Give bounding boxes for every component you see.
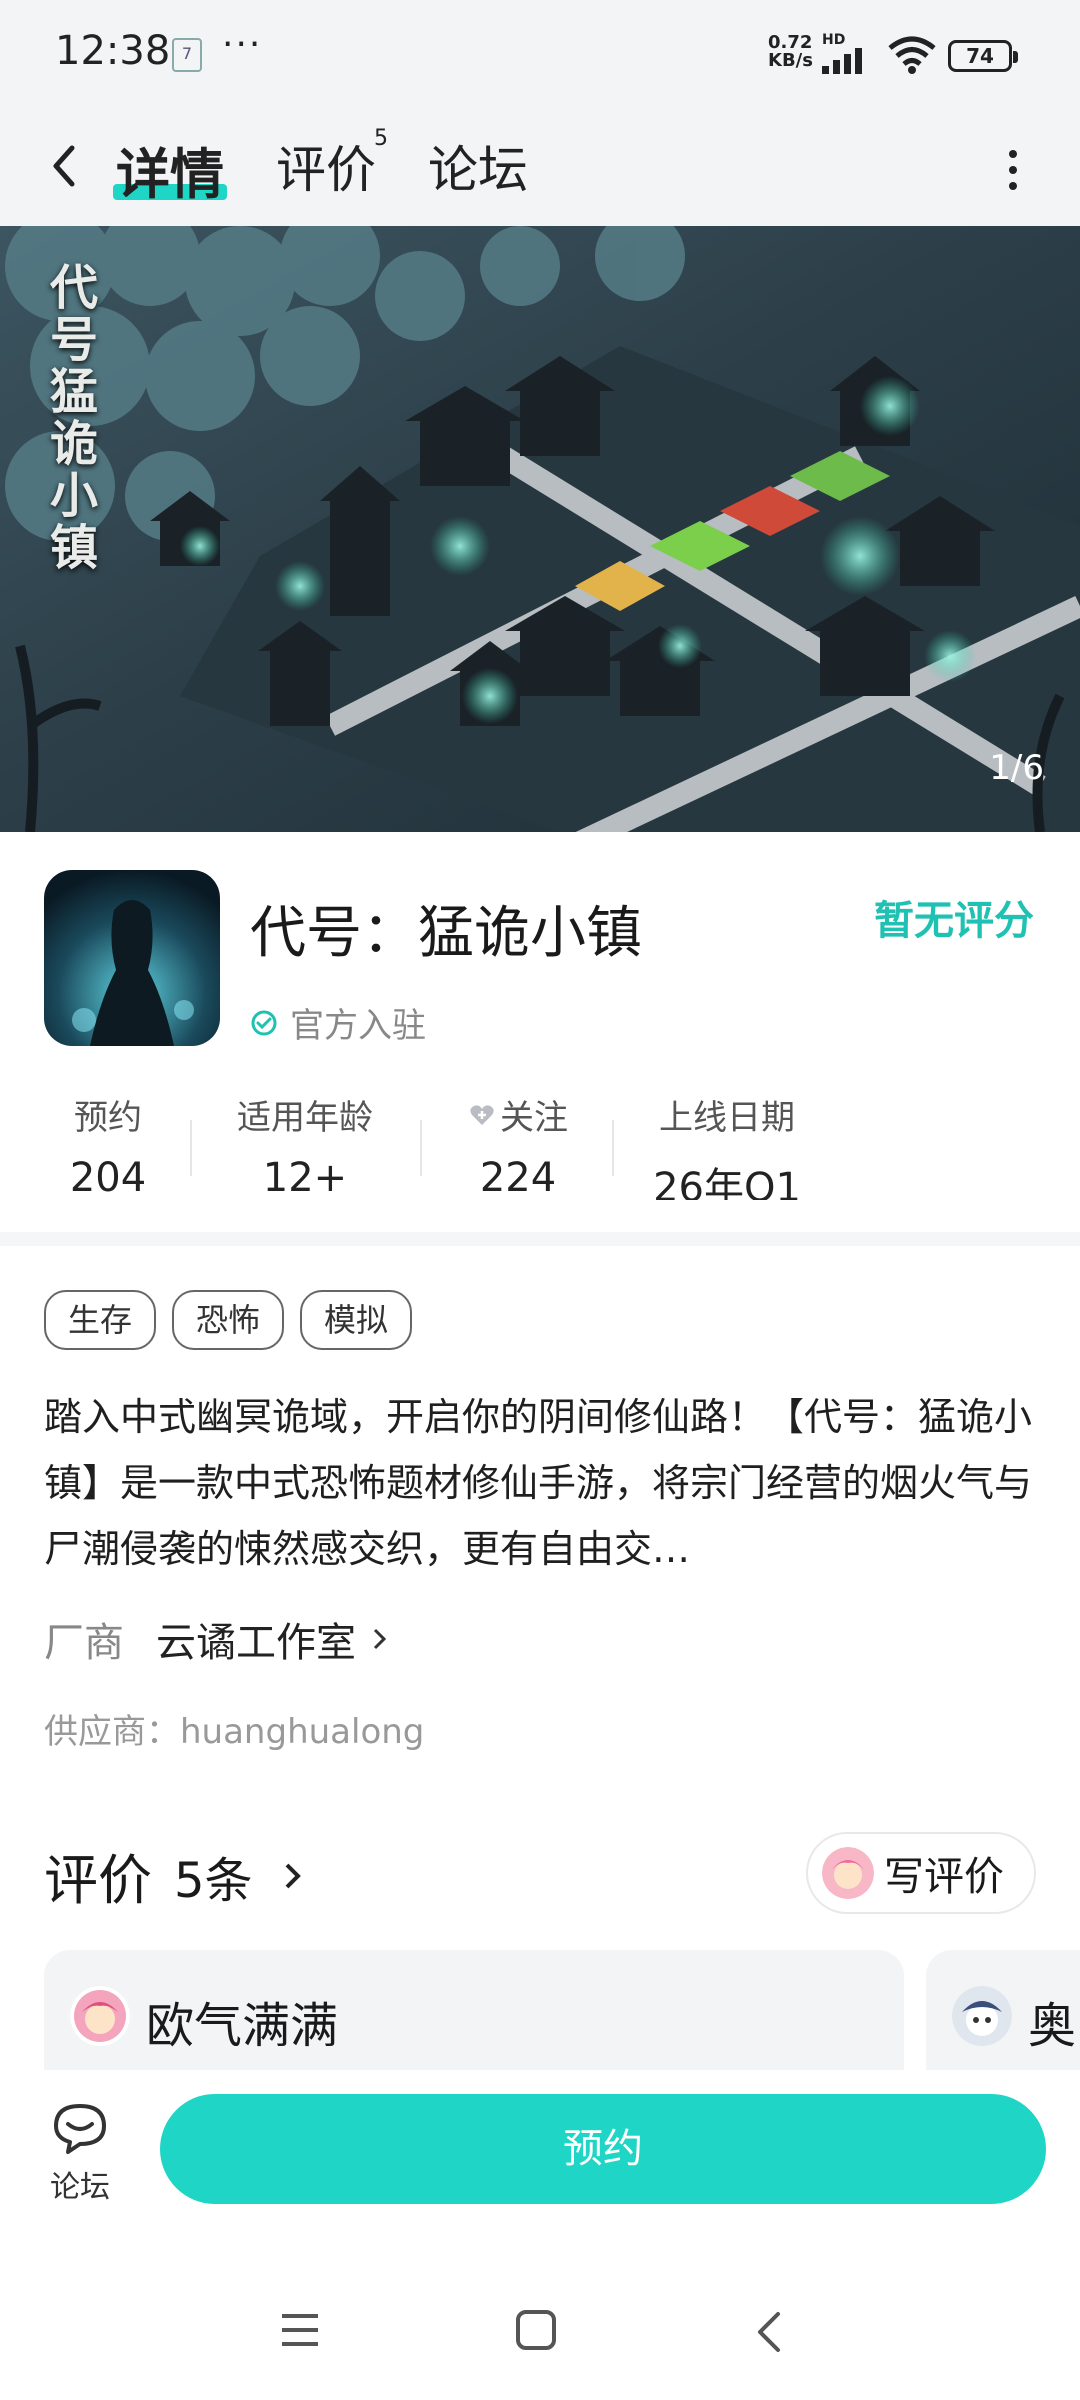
wifi-icon (888, 36, 936, 74)
tab-detail[interactable]: 详情 (116, 130, 224, 209)
game-description[interactable]: 踏入中式幽冥诡域，开启你的阴间修仙路！【代号：猛诡小镇】是一款中式恐怖题材修仙手… (44, 1384, 1044, 1582)
tag-chip[interactable]: 模拟 (300, 1290, 413, 1350)
write-review-button[interactable]: 写评价 (806, 1832, 1036, 1914)
stat-value: 26年Q1 (653, 1165, 801, 1200)
stat-label: 适用年龄 (237, 1098, 373, 1138)
reviewer-name: 奥 (1028, 1998, 1077, 2054)
stat-release-date: 上线日期 26年Q1 (642, 1090, 812, 1200)
more-options-icon[interactable] (1000, 140, 1026, 200)
stats-row: 预约 204 适用年龄 12+ 关注 224 上线日期 26年Q1 (0, 1090, 1080, 1200)
stat-label: 关注 (448, 1090, 588, 1139)
tag-chip[interactable]: 生存 (44, 1290, 157, 1350)
stat-label: 预约 (74, 1098, 142, 1138)
tab-review[interactable]: 评价 (276, 130, 376, 202)
signal-icon (822, 48, 862, 74)
tab-review-badge: 5 (374, 126, 388, 151)
network-speed-unit: KB/s (768, 50, 813, 71)
status-time: 12:38 (55, 28, 171, 74)
rating-status: 暂无评分 (874, 898, 1034, 944)
hd-indicator: HD (822, 32, 846, 48)
carousel-page-indicator: 1/6 (989, 748, 1044, 788)
reviews-header[interactable]: 评价 5条 (44, 1836, 305, 1915)
heart-plus-icon (470, 1104, 494, 1125)
menu-icon[interactable] (278, 2310, 322, 2350)
tag-list: 生存 恐怖 模拟 (44, 1290, 428, 1350)
stat-value: 12+ (262, 1155, 348, 1200)
app-name: 代号：猛诡小镇 (250, 901, 642, 966)
back-icon[interactable] (752, 2310, 788, 2354)
notification-icon: 7 (172, 38, 202, 72)
stat-label: 上线日期 (659, 1098, 795, 1138)
more-notifications-icon: ··· (222, 24, 263, 65)
stat-divider (190, 1120, 192, 1176)
stat-divider (420, 1120, 422, 1176)
reserve-button[interactable]: 预约 (160, 2094, 1046, 2204)
home-icon[interactable] (514, 2310, 558, 2350)
chat-bubble-icon (54, 2104, 106, 2154)
stat-followers: 关注 224 (448, 1090, 588, 1200)
banner-title-text: 代号 猛诡小镇 (50, 260, 99, 576)
reviews-count: 5条 (174, 1852, 253, 1909)
write-review-label: 写评价 (884, 1854, 1004, 1900)
tab-forum[interactable]: 论坛 (428, 130, 528, 202)
official-badge: 官方入驻 (250, 998, 426, 1047)
vendor-name[interactable]: 云谲工作室 (156, 1610, 356, 1668)
bottom-action-bar: 论坛 预约 (0, 2070, 1080, 2260)
app-icon (44, 870, 220, 1046)
network-speed: 0.72 KB/s (768, 34, 813, 70)
banner-title: 代号 猛诡小镇 (50, 262, 140, 574)
reviewer-name: 欧气满满 (146, 1998, 339, 2054)
stat-value: 224 (479, 1155, 557, 1200)
stat-age-rating: 适用年龄 12+ (220, 1090, 390, 1200)
vendor-row[interactable]: 厂商 云谲工作室 (44, 1610, 390, 1668)
vendor-label: 厂商 (44, 1620, 124, 1666)
verified-check-icon (251, 1010, 277, 1035)
forum-label: 论坛 (50, 2170, 110, 2205)
reviews-title: 评价 (44, 1849, 152, 1912)
stat-label-text: 关注 (500, 1098, 568, 1138)
section-divider (0, 1232, 1080, 1246)
official-label: 官方入驻 (290, 1006, 426, 1046)
game-artwork (0, 226, 1080, 832)
chevron-right-icon (373, 1628, 387, 1650)
tag-chip[interactable]: 恐怖 (172, 1290, 285, 1350)
system-navigation-bar (0, 2260, 1080, 2400)
stat-value: 204 (69, 1155, 147, 1200)
back-arrow-icon[interactable] (44, 136, 84, 196)
stat-reservations: 预约 204 (38, 1090, 178, 1200)
reviewer-avatar (70, 1986, 130, 2046)
screenshot-carousel[interactable]: 代号 猛诡小镇 1/6 (0, 226, 1080, 832)
supplier-info: 供应商：huanghualong (44, 1712, 425, 1752)
chevron-right-icon (285, 1863, 301, 1888)
review-card[interactable]: 欧气满满 (44, 1950, 904, 2070)
top-navigation: 详情 评价 5 论坛 (0, 110, 1080, 226)
stat-divider (612, 1120, 614, 1176)
review-card[interactable]: 奥 (926, 1950, 1080, 2070)
user-avatar (822, 1847, 874, 1899)
forum-button[interactable]: 论坛 (50, 2100, 110, 2206)
battery-icon: 74 (948, 40, 1018, 72)
reviewer-avatar (952, 1986, 1012, 2046)
status-bar: 12:38 7 ··· 0.72 KB/s HD 74 (0, 0, 1080, 110)
